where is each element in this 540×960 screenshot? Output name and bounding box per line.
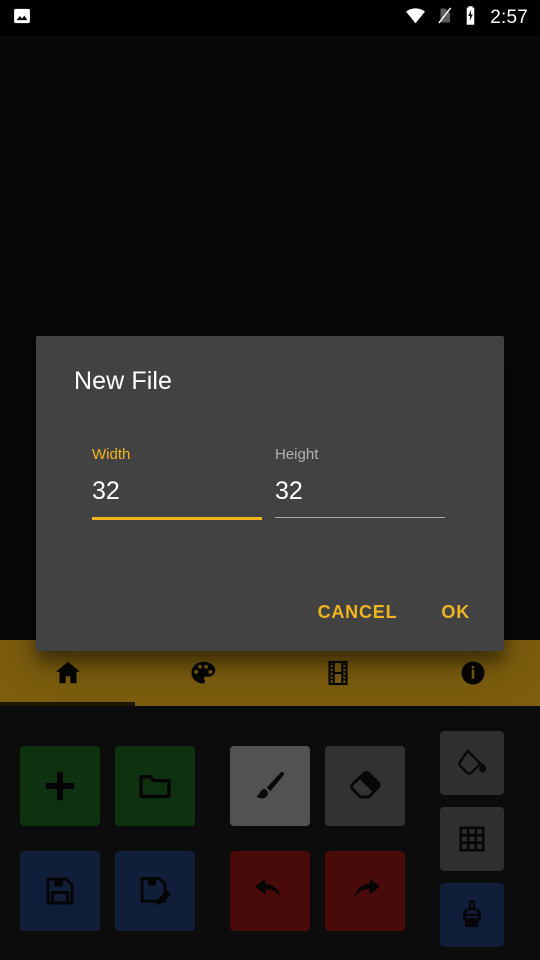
height-underline	[275, 517, 445, 518]
height-label: Height	[275, 446, 319, 463]
battery-charging-icon	[463, 5, 478, 31]
width-underline	[92, 517, 262, 520]
height-field[interactable]: Height 32	[275, 446, 445, 518]
height-input[interactable]: 32	[275, 479, 445, 517]
dialog-title: New File	[74, 367, 173, 395]
width-label: Width	[92, 446, 131, 463]
new-file-dialog: New File Width 32 Height 32 CANCEL OK	[36, 336, 504, 651]
dialog-actions: CANCEL OK	[306, 594, 482, 631]
cancel-button[interactable]: CANCEL	[306, 594, 410, 631]
width-field[interactable]: Width 32	[92, 446, 262, 520]
ok-button[interactable]: OK	[429, 594, 482, 631]
image-icon	[12, 6, 32, 31]
status-notifications	[12, 6, 32, 31]
wifi-icon	[405, 5, 426, 31]
width-input[interactable]: 32	[92, 479, 262, 517]
status-bar: 2:57	[0, 0, 540, 36]
no-sim-icon	[435, 6, 454, 30]
status-icons: 2:57	[405, 5, 528, 31]
status-clock: 2:57	[490, 7, 528, 28]
